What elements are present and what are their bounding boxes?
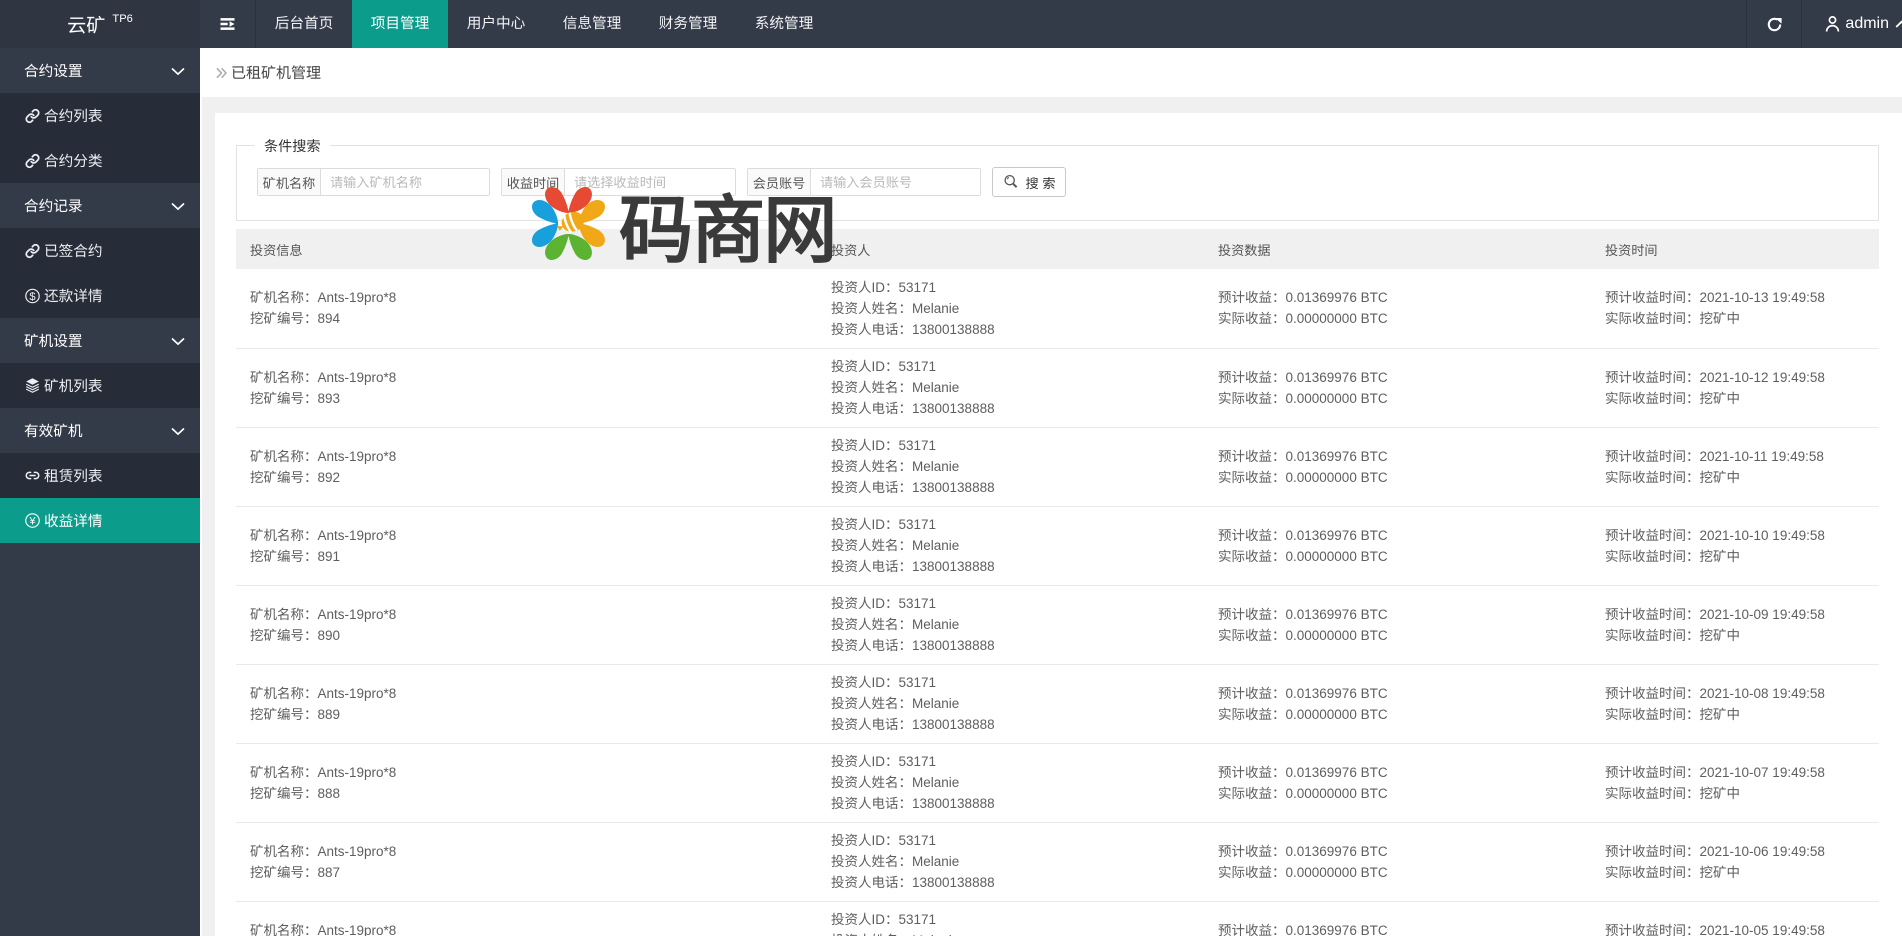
svg-text:$: $ <box>29 290 35 302</box>
svg-text:¥: ¥ <box>28 515 36 527</box>
